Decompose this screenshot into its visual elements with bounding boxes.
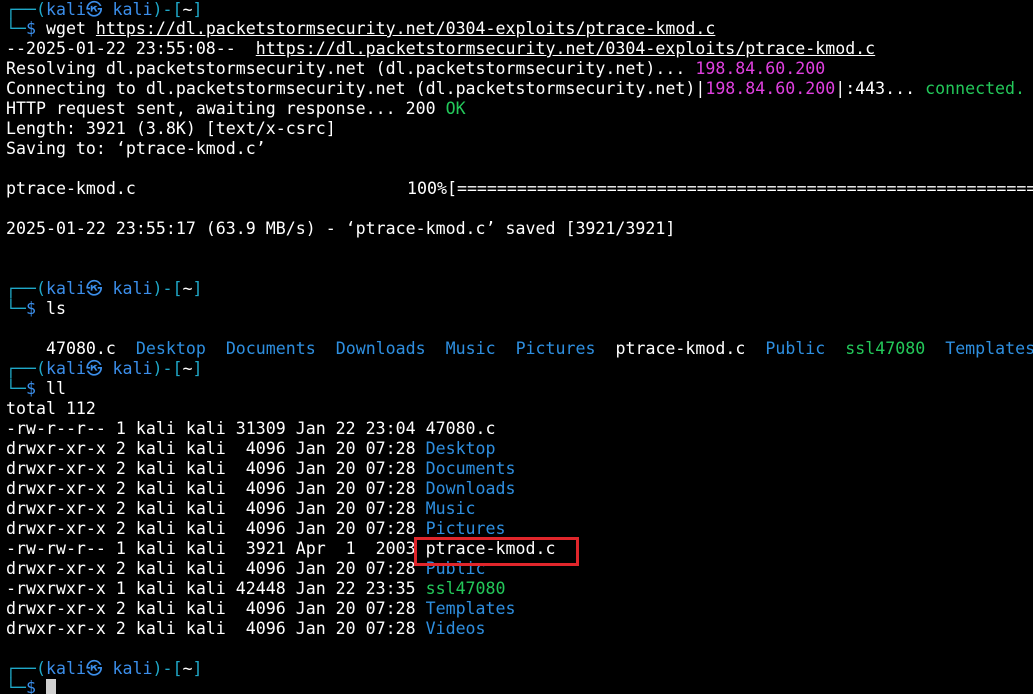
ll-row: drwxr-xr-x 2 kali kali 4096 Jan 20 07:28… (6, 499, 476, 518)
wget-connecting-line: Connecting to dl.packetstormsecurity.net… (6, 79, 1026, 98)
wget-saved-line: 2025-01-22 23:55:17 (63.9 MB/s) - ‘ptrac… (6, 219, 676, 238)
ll-exec-ssl47080[interactable]: ssl47080 (426, 579, 506, 598)
ll-row: drwxr-xr-x 2 kali kali 4096 Jan 20 07:28… (6, 599, 516, 618)
ll-row: drwxr-xr-x 2 kali kali 4096 Jan 20 07:28… (6, 519, 506, 538)
terminal-cursor (45, 679, 56, 694)
ll-dir-videos[interactable]: Videos (426, 619, 486, 638)
connected-status: connected. (925, 79, 1026, 98)
prompt-dir: ~ (182, 659, 193, 678)
prompt-dir: ~ (182, 359, 193, 378)
command-line-ll: └─$ ll (6, 379, 66, 398)
ll-dir-documents[interactable]: Documents (426, 459, 516, 478)
highlight-box (414, 537, 579, 566)
progress-filename: ptrace-kmod.c (6, 179, 136, 198)
ls-item-downloads[interactable]: Downloads (336, 339, 426, 358)
ls-item-ssl47080[interactable]: ssl47080 (845, 339, 925, 358)
wget-resolving-line: Resolving dl.packetstormsecurity.net (dl… (6, 59, 826, 78)
wget-timestamp-line: --2025-01-22 23:55:08-- https://dl.packe… (6, 39, 876, 58)
ls-item-ptrace-kmod[interactable]: ptrace-kmod.c (615, 339, 745, 358)
command-line-wget: └─$ wget https://dl.packetstormsecurity.… (6, 19, 716, 38)
ll-row: drwxr-xr-x 2 kali kali 4096 Jan 20 07:28… (6, 479, 516, 498)
ls-item-pictures[interactable]: Pictures (516, 339, 596, 358)
ll-row: drwxr-xr-x 2 kali kali 4096 Jan 20 07:28… (6, 619, 486, 638)
ls-item-public[interactable]: Public (765, 339, 825, 358)
wget-saving-line: Saving to: ‘ptrace-kmod.c’ (6, 139, 266, 158)
progress-bar: 100%[===================================… (407, 179, 1033, 198)
ll-dir-desktop[interactable]: Desktop (426, 439, 496, 458)
http-ok-status: OK (445, 99, 466, 118)
wget-url-link-2[interactable]: https://dl.packetstormsecurity.net/0304-… (256, 39, 875, 58)
prompt-top-line: ┌──(kali㉿ kali)-[~] (6, 279, 203, 298)
ll-dir-music[interactable]: Music (426, 499, 476, 518)
ll-row: drwxr-xr-x 2 kali kali 4096 Jan 20 07:28… (6, 439, 496, 458)
ls-item-music[interactable]: Music (446, 339, 496, 358)
ll-dir-templates[interactable]: Templates (426, 599, 516, 618)
prompt-top-line: ┌──(kali㉿ kali)-[~] (6, 0, 203, 19)
prompt-dir: ~ (182, 0, 193, 19)
wget-length-line: Length: 3921 (3.8K) [text/x-csrc] (6, 119, 336, 138)
prompt-top-line: ┌──(kali㉿ kali)-[~] (6, 359, 203, 378)
wget-progress-line: ptrace-kmod.c 100%[======================… (6, 179, 1033, 199)
ll-row: drwxr-xr-x 2 kali kali 4096 Jan 20 07:28… (6, 459, 516, 478)
ll-dir-pictures[interactable]: Pictures (426, 519, 506, 538)
ls-item-desktop[interactable]: Desktop (136, 339, 206, 358)
prompt-user-host: kali㉿ kali (45, 359, 153, 378)
command-line-ls: └─$ ls (6, 299, 66, 318)
terminal-window[interactable]: ┌──(kali㉿ kali)-[~] └─$ wget https://dl.… (0, 0, 1033, 694)
prompt-top-line: ┌──(kali㉿ kali)-[~] (6, 659, 203, 678)
prompt-user-host: kali㉿ kali (45, 279, 153, 298)
ls-output: 47080.c Desktop Documents Downloads Musi… (6, 319, 1033, 358)
prompt-user-host: kali㉿ kali (45, 0, 153, 19)
ls-item-documents[interactable]: Documents (226, 339, 316, 358)
wget-url-link[interactable]: https://dl.packetstormsecurity.net/0304-… (96, 19, 715, 38)
command-line-current[interactable]: └─$ (6, 678, 56, 694)
ls-item-templates[interactable]: Templates (945, 339, 1033, 358)
ll-row: -rw-r--r-- 1 kali kali 31309 Jan 22 23:0… (6, 419, 496, 438)
prompt-dir: ~ (182, 279, 193, 298)
ls-item-47080c[interactable]: 47080.c (46, 339, 116, 358)
ip-address: 198.84.60.200 (695, 59, 826, 78)
ll-file-47080c[interactable]: 47080.c (426, 419, 496, 438)
ll-total: total 112 (6, 399, 96, 418)
ip-address: 198.84.60.200 (705, 79, 836, 98)
ll-row: -rwxrwxr-x 1 kali kali 42448 Jan 22 23:3… (6, 579, 506, 598)
prompt-user-host: kali㉿ kali (45, 659, 153, 678)
wget-http-line: HTTP request sent, awaiting response... … (6, 99, 466, 118)
ll-dir-downloads[interactable]: Downloads (426, 479, 516, 498)
